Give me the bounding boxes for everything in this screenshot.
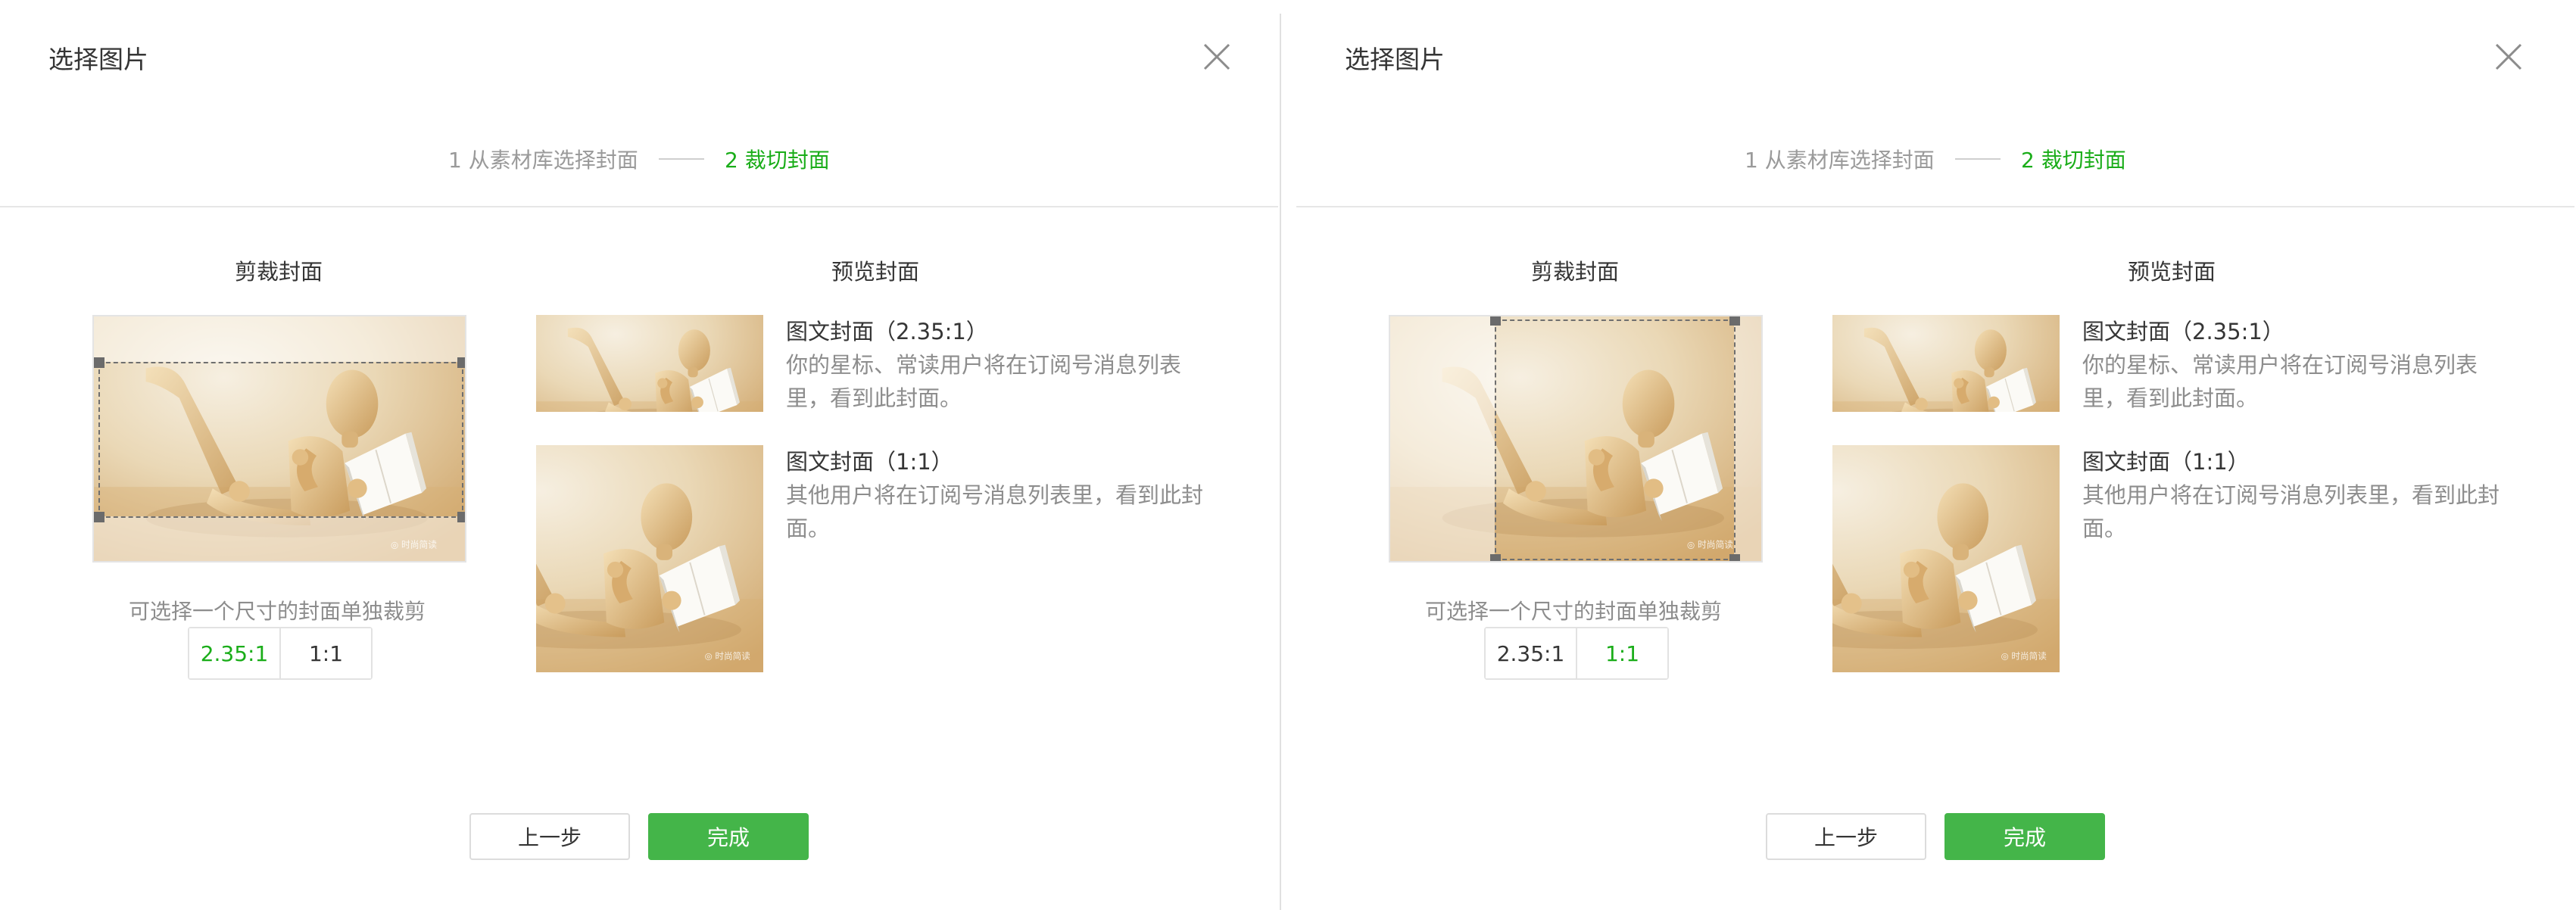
crop-handle-bottom-left[interactable] bbox=[94, 512, 104, 522]
crop-handle-top-right[interactable] bbox=[457, 357, 465, 368]
preview-item-square: 图文封面（1:1） 其他用户将在订阅号消息列表里，看到此封面。 bbox=[2082, 445, 2506, 545]
crop-hint: 可选择一个尺寸的封面单独裁剪 bbox=[1425, 599, 1723, 624]
ratio-button-2-35-1[interactable]: 2.35:1 bbox=[189, 628, 279, 678]
ratio-selector: 2.35:1 1:1 bbox=[1484, 627, 1669, 680]
ratio-selector: 2.35:1 1:1 bbox=[188, 627, 373, 680]
step-select-from-library: 1 从素材库选择封面 bbox=[448, 148, 638, 173]
close-icon[interactable] bbox=[2491, 39, 2526, 74]
preview-image-wide bbox=[1832, 315, 2060, 412]
crop-canvas[interactable] bbox=[1389, 315, 1763, 563]
preview-item-square: 图文封面（1:1） 其他用户将在订阅号消息列表里，看到此封面。 bbox=[786, 445, 1210, 545]
crop-section-title: 剪裁封面 bbox=[1531, 259, 1620, 285]
preview-item-title: 图文封面（2.35:1） bbox=[786, 319, 988, 344]
preview-item-desc: 其他用户将在订阅号消息列表里，看到此封面。 bbox=[786, 482, 1204, 541]
step-indicator: 1 从素材库选择封面 2 裁切封面 bbox=[1296, 144, 2574, 174]
crop-handle-bottom-right[interactable] bbox=[1729, 554, 1740, 561]
preview-section-title: 预览封面 bbox=[831, 259, 920, 285]
dialog-title: 选择图片 bbox=[48, 45, 148, 74]
preview-image-square bbox=[1832, 445, 2060, 672]
crop-handle-bottom-left[interactable] bbox=[1490, 554, 1501, 561]
preview-item-desc: 其他用户将在订阅号消息列表里，看到此封面。 bbox=[2082, 482, 2500, 541]
step-connector bbox=[659, 158, 704, 160]
preview-image-wide bbox=[536, 315, 763, 412]
preview-item-title: 图文封面（1:1） bbox=[786, 449, 953, 475]
previous-step-button[interactable]: 上一步 bbox=[469, 813, 630, 860]
preview-image-square bbox=[536, 445, 763, 672]
crop-selection-box[interactable] bbox=[94, 357, 465, 522]
step-indicator: 1 从素材库选择封面 2 裁切封面 bbox=[0, 144, 1278, 174]
crop-handle-top-left[interactable] bbox=[1490, 316, 1501, 326]
panel-divider bbox=[1280, 14, 1281, 910]
ratio-button-2-35-1[interactable]: 2.35:1 bbox=[1486, 628, 1576, 678]
step-crop-cover: 2 裁切封面 bbox=[2021, 148, 2126, 173]
ratio-button-1-1[interactable]: 1:1 bbox=[1576, 628, 1667, 678]
header-divider bbox=[0, 206, 1278, 207]
step-connector bbox=[1955, 158, 2001, 160]
preview-item-desc: 你的星标、常读用户将在订阅号消息列表里，看到此封面。 bbox=[786, 352, 1182, 411]
crop-selection-box[interactable] bbox=[1490, 316, 1740, 561]
header-divider bbox=[1296, 206, 2574, 207]
done-button[interactable]: 完成 bbox=[1944, 813, 2105, 860]
select-image-dialog: 选择图片 1 从素材库选择封面 2 裁切封面 剪裁封面 预览封面 可选择一个尺寸… bbox=[1296, 0, 2574, 910]
crop-hint: 可选择一个尺寸的封面单独裁剪 bbox=[129, 599, 426, 624]
crop-canvas[interactable] bbox=[92, 315, 466, 563]
close-icon[interactable] bbox=[1199, 39, 1234, 74]
preview-item-title: 图文封面（2.35:1） bbox=[2082, 319, 2284, 344]
select-image-dialog: 选择图片 1 从素材库选择封面 2 裁切封面 剪裁封面 预览封面 可选择一个尺寸… bbox=[0, 0, 1278, 910]
crop-mask-top bbox=[94, 316, 465, 362]
ratio-button-1-1[interactable]: 1:1 bbox=[279, 628, 371, 678]
crop-section-title: 剪裁封面 bbox=[235, 259, 323, 285]
crop-mask-right bbox=[1734, 316, 1761, 561]
crop-mask-left bbox=[1390, 316, 1495, 561]
crop-mask-bottom bbox=[94, 516, 465, 561]
preview-item-wide: 图文封面（2.35:1） 你的星标、常读用户将在订阅号消息列表里，看到此封面。 bbox=[786, 315, 1210, 415]
step-select-from-library: 1 从素材库选择封面 bbox=[1745, 148, 1935, 173]
step-crop-cover: 2 裁切封面 bbox=[725, 148, 830, 173]
preview-item-wide: 图文封面（2.35:1） 你的星标、常读用户将在订阅号消息列表里，看到此封面。 bbox=[2082, 315, 2506, 415]
previous-step-button[interactable]: 上一步 bbox=[1766, 813, 1926, 860]
preview-item-title: 图文封面（1:1） bbox=[2082, 449, 2250, 475]
preview-section-title: 预览封面 bbox=[2128, 259, 2216, 285]
dialog-title: 选择图片 bbox=[1345, 45, 1445, 74]
crop-handle-top-right[interactable] bbox=[1729, 316, 1740, 326]
crop-handle-bottom-right[interactable] bbox=[457, 512, 465, 522]
done-button[interactable]: 完成 bbox=[648, 813, 809, 860]
crop-handle-top-left[interactable] bbox=[94, 357, 104, 368]
preview-item-desc: 你的星标、常读用户将在订阅号消息列表里，看到此封面。 bbox=[2082, 352, 2478, 411]
